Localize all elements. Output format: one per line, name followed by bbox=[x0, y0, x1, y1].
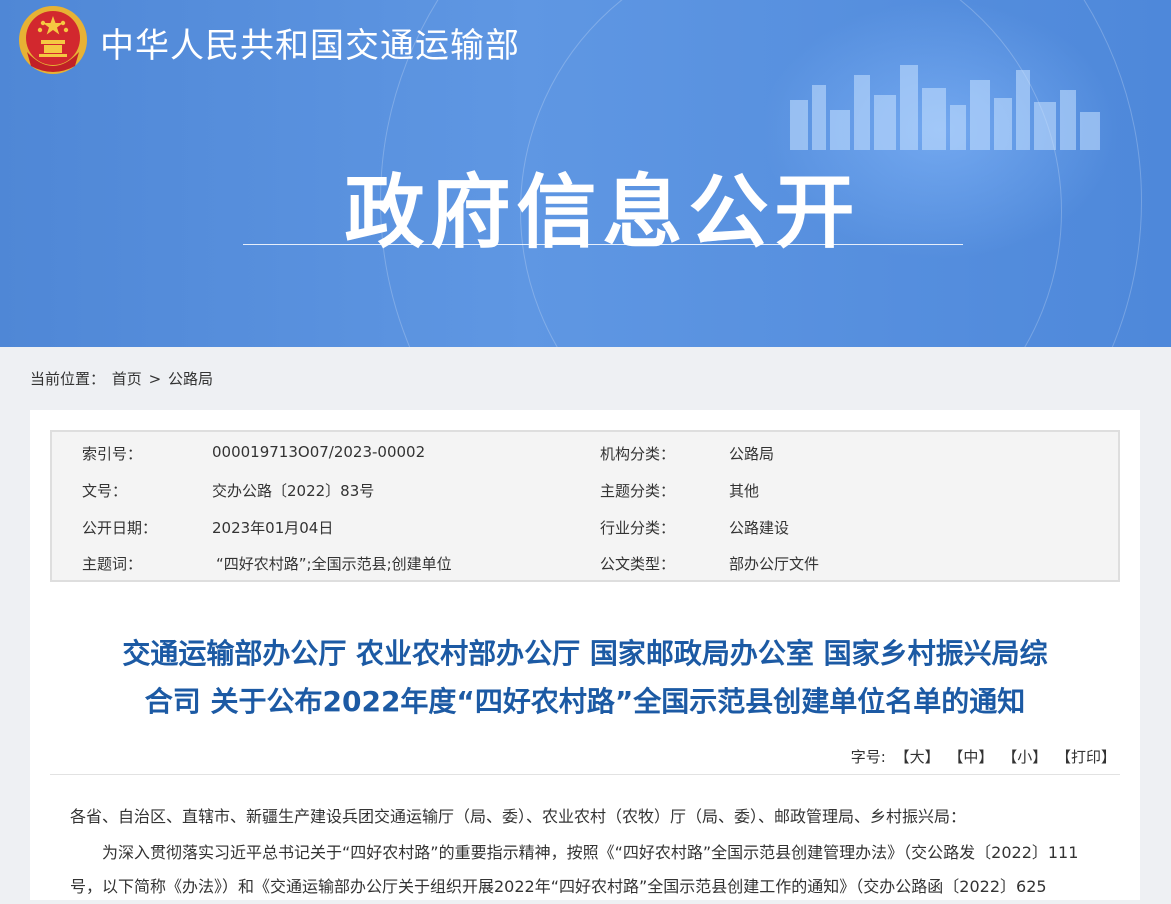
site-name[interactable]: 中华人民共和国交通运输部 bbox=[100, 18, 520, 67]
metadata-row: 文号： 交办公路〔2022〕83号 主题分类： 其他 bbox=[52, 471, 1118, 507]
metadata-value: 部办公厅文件 bbox=[729, 555, 820, 573]
document-body: 各省、自治区、直辖市、新疆生产建设兵团交通运输厅（局、委）、农业农村（农牧）厅（… bbox=[70, 800, 1100, 904]
metadata-value: 交办公路〔2022〕83号 bbox=[212, 482, 375, 500]
font-size-small-button[interactable]: 【小】 bbox=[1002, 748, 1047, 766]
divider bbox=[50, 774, 1120, 775]
document-metadata-table: 索引号： 000019713O07/2023-00002 机构分类： 公路局 文… bbox=[50, 430, 1120, 582]
metadata-value: 其他 bbox=[729, 482, 760, 500]
body-paragraph: 为深入贯彻落实习近平总书记关于“四好农村路”的重要指示精神，按照《“四好农村路”… bbox=[70, 843, 1079, 896]
document-title-line: 合司 关于公布2022年度“四好农村路”全国示范县创建单位名单的通知 bbox=[144, 685, 1026, 718]
document-title: 交通运输部办公厅 农业农村部办公厅 国家邮政局办公室 国家乡村振兴局综 合司 关… bbox=[50, 630, 1120, 726]
metadata-value: “四好农村路”;全国示范县;创建单位 bbox=[216, 555, 452, 573]
breadcrumb: 当前位置： 首页 > 公路局 bbox=[30, 368, 215, 389]
document-title-line: 交通运输部办公厅 农业农村部办公厅 国家邮政局办公室 国家乡村振兴局综 bbox=[122, 637, 1048, 670]
metadata-label: 行业分类： bbox=[600, 519, 676, 537]
breadcrumb-current-link[interactable]: 公路局 bbox=[168, 370, 213, 388]
banner-title: 政府信息公开 bbox=[344, 166, 861, 259]
metadata-row: 公开日期： 2023年01月04日 行业分类： 公路建设 bbox=[52, 508, 1118, 544]
metadata-label: 文号： bbox=[82, 482, 128, 500]
metadata-value: 000019713O07/2023-00002 bbox=[212, 443, 426, 461]
metadata-label: 公开日期： bbox=[82, 519, 158, 537]
metadata-value: 2023年01月04日 bbox=[212, 519, 334, 537]
salutation: 各省、自治区、直辖市、新疆生产建设兵团交通运输厅（局、委）、农业农村（农牧）厅（… bbox=[70, 807, 967, 826]
font-size-label: 字号: bbox=[850, 748, 886, 766]
breadcrumb-separator: > bbox=[148, 370, 162, 388]
metadata-value: 公路局 bbox=[729, 445, 775, 463]
metadata-value: 公路建设 bbox=[729, 519, 790, 537]
print-button[interactable]: 【打印】 bbox=[1056, 748, 1116, 766]
metadata-label: 公文类型： bbox=[600, 555, 676, 573]
banner-underline bbox=[243, 244, 963, 245]
font-size-large-button[interactable]: 【大】 bbox=[895, 748, 940, 766]
city-skyline-icon bbox=[790, 65, 1100, 150]
breadcrumb-prefix: 当前位置： bbox=[30, 370, 106, 388]
metadata-label: 主题分类： bbox=[600, 482, 676, 500]
content-card: 索引号： 000019713O07/2023-00002 机构分类： 公路局 文… bbox=[30, 410, 1140, 900]
metadata-label: 主题词： bbox=[82, 555, 143, 573]
breadcrumb-home-link[interactable]: 首页 bbox=[112, 370, 142, 388]
national-emblem-icon bbox=[19, 6, 87, 74]
metadata-row: 主题词： “四好农村路”;全国示范县;创建单位 公文类型： 部办公厅文件 bbox=[52, 544, 1118, 580]
font-size-toolbar: 字号: 【大】 【中】 【小】 【打印】 bbox=[851, 746, 1116, 767]
header-banner: 中华人民共和国交通运输部 政府信息公开 bbox=[0, 0, 1171, 347]
font-size-medium-button[interactable]: 【中】 bbox=[948, 748, 993, 766]
metadata-label: 机构分类： bbox=[600, 445, 676, 463]
metadata-label: 索引号： bbox=[82, 445, 143, 463]
metadata-row: 索引号： 000019713O07/2023-00002 机构分类： 公路局 bbox=[52, 434, 1118, 470]
